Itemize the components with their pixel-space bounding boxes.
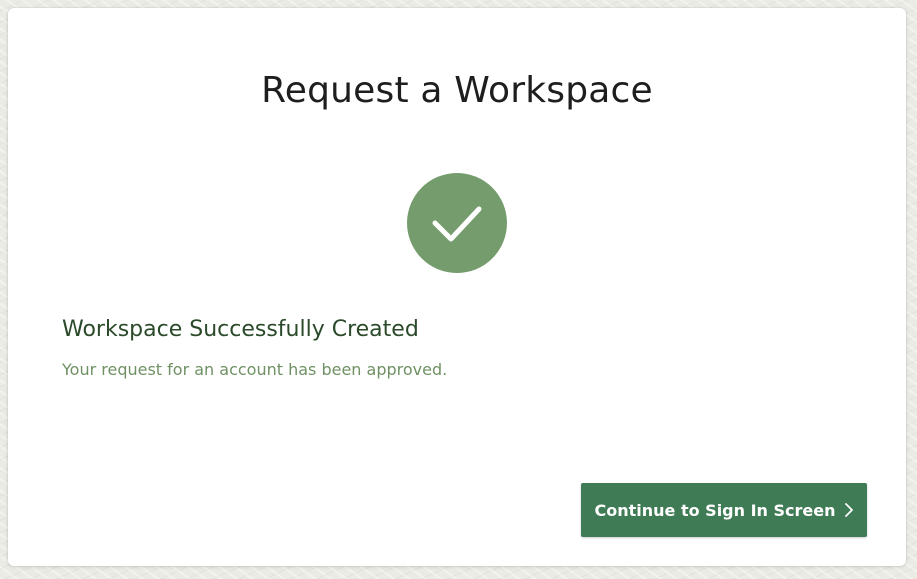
success-message: Your request for an account has been app… [62,360,448,379]
page-title: Request a Workspace [261,70,653,111]
chevron-right-icon [844,502,854,518]
success-dialog: Request a Workspace Workspace Successful… [8,8,906,566]
checkmark-icon [407,173,507,273]
continue-to-sign-in-button[interactable]: Continue to Sign In Screen [581,483,867,537]
continue-button-label: Continue to Sign In Screen [594,500,836,520]
success-headline: Workspace Successfully Created [62,317,419,342]
